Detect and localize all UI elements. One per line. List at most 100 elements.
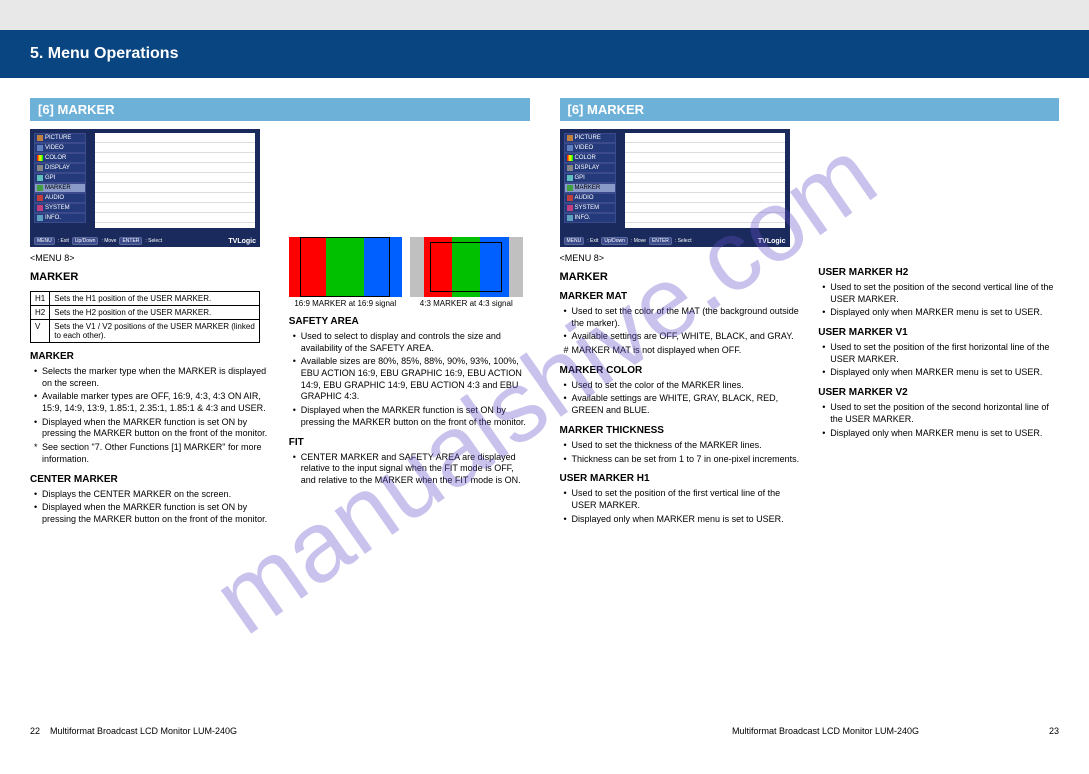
color-bul2: Available settings are WHITE, GRAY, BLAC…: [560, 393, 801, 416]
umh2-bul2: Displayed only when MARKER menu is set t…: [818, 307, 1059, 319]
left-subheader: [6] MARKER: [30, 98, 530, 121]
menu-item-video: VIDEO: [564, 143, 616, 153]
umh2-bul1: Used to set the position of the second v…: [818, 282, 1059, 305]
menu-item-label: AUDIO: [575, 195, 594, 201]
menu-item-label: SYSTEM: [45, 205, 70, 211]
menu-item-label: MARKER: [575, 185, 601, 191]
umv2-bul2: Displayed only when MARKER menu is set t…: [818, 428, 1059, 440]
safety-bul2: Available sizes are 80%, 85%, 88%, 90%, …: [289, 356, 530, 403]
menu-screenshot-right: PICTURE VIDEO COLOR DISPLAY GPI MARKER A…: [560, 129, 790, 247]
umh1-bul2: Displayed only when MARKER menu is set t…: [560, 514, 801, 526]
table-h2-label: H2: [31, 306, 50, 320]
safety-bul1: Used to select to display and controls t…: [289, 331, 530, 354]
sub-thick: MARKER THICKNESS: [560, 425, 801, 436]
menu-item-label: PICTURE: [45, 135, 71, 141]
menu-item-label: SYSTEM: [575, 205, 600, 211]
menu-item-system: SYSTEM: [564, 203, 616, 213]
thick-bul2: Thickness can be set from 1 to 7 in one-…: [560, 454, 801, 466]
mat-bul1: Used to set the color of the MAT (the ba…: [560, 306, 801, 329]
menu-item-label: DISPLAY: [45, 165, 70, 171]
menu-logo: TVLogic: [228, 238, 256, 245]
menu-item-picture: PICTURE: [564, 133, 616, 143]
umh1-bul1: Used to set the position of the first ve…: [560, 488, 801, 511]
menu-item-label: PICTURE: [575, 135, 601, 141]
menu-item-label: COLOR: [45, 155, 66, 161]
sub-safety: SAFETY AREA: [289, 316, 530, 327]
sub-umv2: USER MARKER V2: [818, 387, 1059, 398]
center-bul2: Displayed when the MARKER function is se…: [30, 502, 271, 525]
section-marker-right: MARKER: [560, 271, 801, 283]
menu-item-color: COLOR: [34, 153, 86, 163]
sub-umv1: USER MARKER V1: [818, 327, 1059, 338]
left-page: [6] MARKER PICTURE VIDEO COLOR DISPLAY G…: [30, 98, 530, 754]
umv2-bul1: Used to set the position of the second h…: [818, 402, 1059, 425]
menu-number-left: <MENU 8>: [30, 253, 271, 263]
menu-item-label: VIDEO: [45, 145, 64, 151]
menu-footer-select: : Select: [145, 238, 162, 244]
menu-item-marker: MARKER: [34, 183, 86, 193]
menu-item-info: INFO.: [564, 213, 616, 223]
menu-item-marker: MARKER: [564, 183, 616, 193]
right-subheader: [6] MARKER: [560, 98, 1060, 121]
aspect-169-image: [289, 237, 402, 297]
menu-item-label: INFO.: [575, 215, 591, 221]
menu-logo: TVLogic: [758, 238, 786, 245]
menu-screenshot-left: PICTURE VIDEO COLOR DISPLAY GPI MARKER A…: [30, 129, 260, 247]
color-bul1: Used to set the color of the MARKER line…: [560, 380, 801, 392]
menu-item-picture: PICTURE: [34, 133, 86, 143]
aspect-43-image: [410, 237, 523, 297]
table-v-label: V: [31, 320, 50, 343]
fit-bul1: CENTER MARKER and SAFETY AREA are displa…: [289, 452, 530, 487]
right-page: [6] MARKER PICTURE VIDEO COLOR DISPLAY G…: [560, 98, 1060, 754]
aspect-43-label: 4:3 MARKER at 4:3 signal: [410, 299, 523, 308]
menu-item-label: COLOR: [575, 155, 596, 161]
menu-item-color: COLOR: [564, 153, 616, 163]
menu-item-video: VIDEO: [34, 143, 86, 153]
page-footer-left: Multiformat Broadcast LCD Monitor LUM-24…: [50, 726, 237, 736]
center-bul1: Displays the CENTER MARKER on the screen…: [30, 489, 271, 501]
marker-bul2: Available marker types are OFF, 16:9, 4:…: [30, 391, 271, 414]
aspect-169-label: 16:9 MARKER at 16:9 signal: [289, 299, 402, 308]
table-h2-val: Sets the H2 position of the USER MARKER.: [50, 306, 260, 320]
umv1-bul1: Used to set the position of the first ho…: [818, 342, 1059, 365]
mat-bul3: MARKER MAT is not displayed when OFF.: [560, 345, 801, 357]
menu-item-gpi: GPI: [34, 173, 86, 183]
menu-item-gpi: GPI: [564, 173, 616, 183]
menu-number-right: <MENU 8>: [560, 253, 801, 263]
page-number-right: 23: [1049, 726, 1059, 736]
table-h1-label: H1: [31, 292, 50, 306]
menu-item-audio: AUDIO: [34, 193, 86, 203]
menu-item-label: GPI: [575, 175, 585, 181]
menu-item-audio: AUDIO: [564, 193, 616, 203]
menu-item-label: INFO.: [45, 215, 61, 221]
menu-item-label: GPI: [45, 175, 55, 181]
menu-footer-select: : Select: [675, 238, 692, 244]
sub-umh2: USER MARKER H2: [818, 267, 1059, 278]
menu-item-label: VIDEO: [575, 145, 594, 151]
marker-size-table: H1Sets the H1 position of the USER MARKE…: [30, 291, 260, 343]
aspect-examples: 16:9 MARKER at 16:9 signal 4:3 MARKER at…: [289, 237, 530, 308]
menu-item-label: DISPLAY: [575, 165, 600, 171]
umv1-bul2: Displayed only when MARKER menu is set t…: [818, 367, 1059, 379]
sub-umh1: USER MARKER H1: [560, 473, 801, 484]
marker-bul4: See section "7. Other Functions [1] MARK…: [30, 442, 271, 465]
mat-bul2: Available settings are OFF, WHITE, BLACK…: [560, 331, 801, 343]
page-footer-right: Multiformat Broadcast LCD Monitor LUM-24…: [732, 726, 919, 736]
top-gray-bar: [0, 0, 1089, 30]
chapter-header: 5. Menu Operations: [0, 30, 1089, 78]
page-number-left: 22: [30, 726, 40, 736]
section-marker: MARKER: [30, 271, 271, 283]
menu-footer-exit: : Exit: [587, 238, 598, 244]
menu-item-label: MARKER: [45, 185, 71, 191]
menu-footer-exit: : Exit: [58, 238, 69, 244]
sub-mat: MARKER MAT: [560, 291, 801, 302]
menu-footer-move: : Move: [631, 238, 646, 244]
menu-item-system: SYSTEM: [34, 203, 86, 213]
sub-marker: MARKER: [30, 351, 271, 362]
menu-item-display: DISPLAY: [34, 163, 86, 173]
menu-item-info: INFO.: [34, 213, 86, 223]
sub-markercolor: MARKER COLOR: [560, 365, 801, 376]
marker-bul1: Selects the marker type when the MARKER …: [30, 366, 271, 389]
marker-bul3: Displayed when the MARKER function is se…: [30, 417, 271, 440]
table-h1-val: Sets the H1 position of the USER MARKER.: [50, 292, 260, 306]
